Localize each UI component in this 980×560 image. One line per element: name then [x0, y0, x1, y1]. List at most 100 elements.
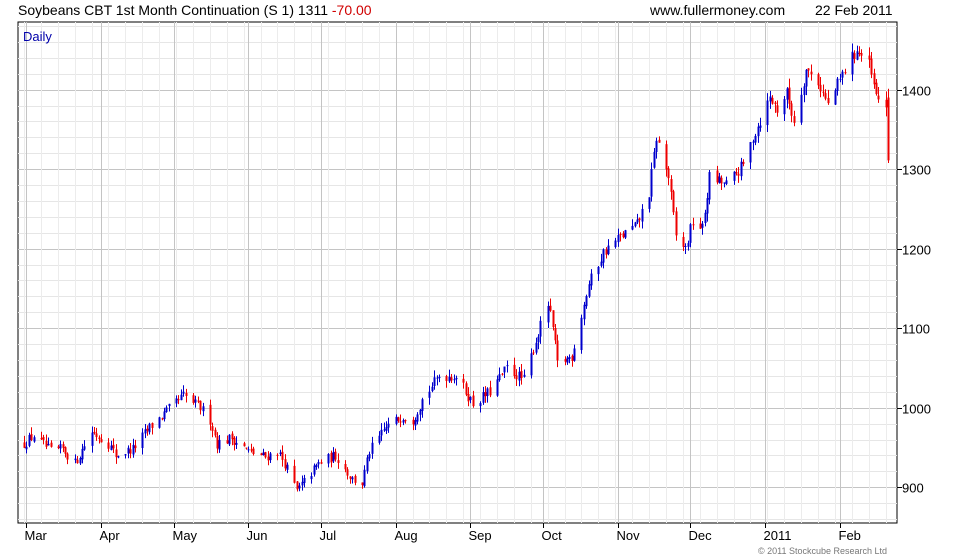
price-bar-body: [887, 97, 890, 161]
price-bar-body: [107, 442, 110, 449]
price-bar-body: [421, 399, 424, 411]
price-bar-body: [175, 398, 178, 404]
price-bar-body: [885, 99, 888, 108]
price-bar-body: [182, 391, 185, 394]
price-bar-body: [783, 99, 786, 115]
price-bar-body: [117, 456, 120, 458]
price-bar-body: [168, 403, 171, 407]
price-bar-body: [419, 409, 422, 415]
price-bar-body: [385, 427, 388, 431]
price-bar-body: [706, 198, 709, 214]
x-tick-label: Dec: [689, 528, 713, 543]
price-bar-body: [267, 456, 270, 461]
price-bar-body: [836, 78, 839, 91]
price-bar-body: [228, 434, 231, 445]
price-bar-body: [614, 240, 617, 248]
price-bar-body: [433, 377, 436, 386]
price-bar-body: [344, 464, 347, 470]
price-bar-body: [539, 320, 542, 337]
price-bar: [834, 88, 837, 106]
price-bar-body: [740, 161, 743, 177]
price-bar-body: [793, 116, 796, 123]
price-bar-body: [197, 400, 200, 402]
price-bar-body: [349, 476, 352, 479]
y-tick-label: 900: [902, 481, 924, 496]
price-bar-body: [634, 222, 637, 227]
price-bar-body: [523, 374, 526, 377]
price-bar-body: [64, 447, 67, 454]
price-bar-body: [180, 394, 183, 401]
price-bar-body: [718, 176, 721, 183]
price-bar-body: [619, 234, 622, 236]
price-bar-body: [366, 457, 369, 472]
price-bar-body: [279, 452, 282, 455]
price-bar-body: [607, 245, 610, 255]
price-bar-body: [148, 423, 151, 433]
price-bar-body: [260, 453, 263, 456]
price-bar-body: [315, 464, 318, 467]
price-bar-body: [469, 396, 472, 401]
price-bar-body: [600, 261, 603, 266]
price-bar-body: [327, 453, 330, 464]
price-bar-body: [436, 377, 439, 379]
price-bar-body: [573, 348, 576, 361]
price-bar-body: [520, 371, 523, 378]
x-tick-label: Apr: [100, 528, 121, 543]
price-bar-body: [414, 420, 417, 426]
price-bar-body: [74, 458, 77, 461]
price-bar-body: [496, 379, 499, 396]
price-bar-body: [518, 371, 521, 381]
price-bar-body: [571, 355, 574, 361]
price-bar-body: [192, 395, 195, 403]
price-bar-body: [590, 273, 593, 286]
x-tick-label: Jul: [320, 528, 337, 543]
x-tick-label: Nov: [617, 528, 641, 543]
price-bar-body: [185, 392, 188, 396]
price-bar-body: [296, 481, 299, 490]
price-bar-body: [723, 182, 726, 184]
price-bar-body: [177, 399, 180, 401]
price-bar-body: [218, 439, 221, 450]
price-bar-body: [868, 55, 871, 60]
price-bar-body: [462, 378, 465, 383]
price-bar-body: [486, 388, 489, 397]
price-bar-body: [537, 336, 540, 343]
price-bar-body: [733, 171, 736, 181]
price-bar-body: [827, 97, 830, 104]
x-tick-label: Aug: [395, 528, 418, 543]
price-bar-body: [334, 451, 337, 460]
price-bar-body: [720, 177, 723, 184]
price-bar-body: [40, 438, 43, 440]
price-bar-body: [112, 444, 115, 449]
price-bar-body: [556, 340, 559, 361]
price-bar-body: [28, 435, 31, 446]
price-bar-body: [320, 462, 323, 464]
price-bar-body: [786, 88, 789, 100]
price-bar-body: [648, 197, 651, 209]
price-bar-body: [81, 448, 84, 460]
x-tick-label: 2011: [764, 528, 792, 543]
price-bar-body: [455, 377, 458, 380]
price-bar: [228, 434, 231, 447]
price-bar-body: [636, 219, 639, 223]
price-bar-body: [800, 94, 803, 123]
price-bar-body: [50, 442, 53, 447]
price-bar-body: [276, 454, 279, 456]
price-bar: [580, 314, 583, 354]
price-bar-body: [387, 423, 390, 428]
price-bar-body: [330, 452, 333, 463]
price-bar-body: [146, 428, 149, 431]
price-bar-body: [199, 400, 202, 411]
price-bar-body: [769, 96, 772, 102]
x-tick-label: May: [173, 528, 198, 543]
price-bar-body: [211, 426, 214, 431]
price-bar-body: [310, 476, 313, 480]
price-bar-body: [588, 284, 591, 297]
price-bar-body: [810, 71, 813, 75]
price-bar-body: [699, 223, 702, 229]
price-bar-body: [368, 454, 371, 459]
price-bar-body: [245, 447, 248, 449]
price-bar-body: [870, 58, 873, 75]
price-bar-body: [839, 78, 842, 80]
price-bar-body: [766, 100, 769, 126]
